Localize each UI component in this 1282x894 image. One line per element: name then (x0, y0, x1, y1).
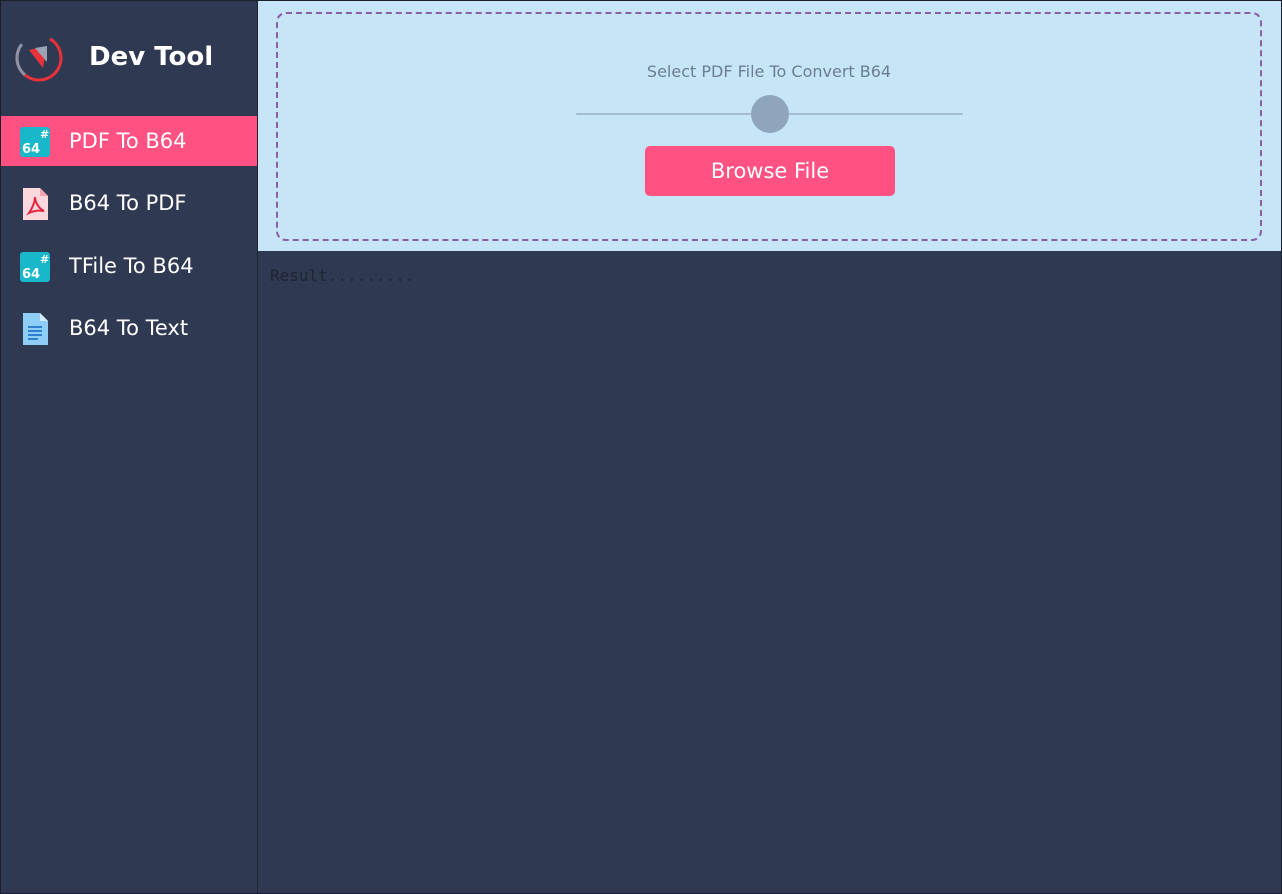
app-title: Dev Tool (89, 42, 214, 72)
svg-text:64: 64 (22, 142, 40, 157)
sidebar-item-tfile-to-b64[interactable]: 64 # TFile To B64 (1, 241, 257, 291)
text-file-icon (23, 313, 48, 345)
pdf-file-icon (23, 188, 48, 220)
main-content: Select PDF File To Convert B64 Browse Fi… (258, 1, 1281, 893)
slider-thumb[interactable] (751, 95, 789, 133)
brand-header: Dev Tool (1, 1, 257, 113)
browse-file-button[interactable]: Browse File (645, 146, 895, 196)
file-dropzone[interactable]: Select PDF File To Convert B64 Browse Fi… (276, 12, 1262, 241)
sidebar-item-b64-to-pdf[interactable]: B64 To PDF (1, 178, 257, 228)
svg-text:#: # (40, 128, 49, 141)
app-logo-icon (15, 34, 63, 82)
sidebar-item-b64-to-text[interactable]: B64 To Text (1, 303, 257, 353)
result-textarea[interactable] (258, 251, 1281, 893)
sidebar-item-label: PDF To B64 (69, 129, 187, 153)
sidebar-item-label: B64 To PDF (69, 191, 187, 215)
svg-text:#: # (40, 253, 49, 266)
base64-icon: 64 # (20, 252, 50, 282)
upload-panel: Select PDF File To Convert B64 Browse Fi… (258, 1, 1281, 251)
app-window: Dev Tool 64 # PDF To B64 B64 To PDF 64 # (0, 0, 1282, 894)
sidebar-item-label: TFile To B64 (69, 254, 194, 278)
sidebar-item-label: B64 To Text (69, 316, 189, 340)
sidebar: Dev Tool 64 # PDF To B64 B64 To PDF 64 # (1, 1, 258, 893)
upload-instruction: Select PDF File To Convert B64 (646, 62, 892, 81)
base64-icon: 64 # (20, 127, 50, 157)
sidebar-item-pdf-to-b64[interactable]: 64 # PDF To B64 (1, 116, 257, 166)
svg-text:64: 64 (22, 267, 40, 282)
